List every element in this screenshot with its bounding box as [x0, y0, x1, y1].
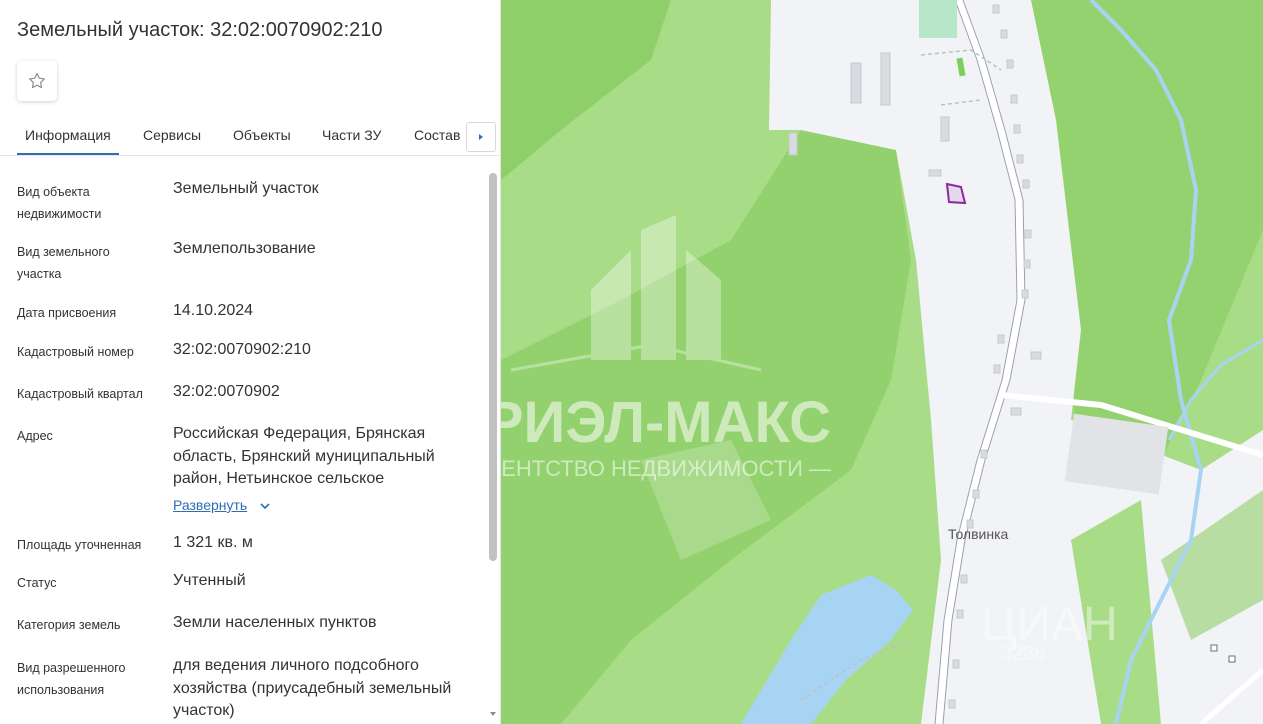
- star-outline-icon: [29, 72, 45, 89]
- info-label: Дата присвоения: [17, 306, 117, 320]
- tab-objects[interactable]: Объекты: [225, 115, 299, 155]
- map-view[interactable]: РИЭЛ-МАКС — АГЕНТСТВО НЕДВИЖИМОСТИ — ЦИА…: [501, 0, 1263, 724]
- tab-bar: Информация Сервисы Объекты Части ЗУ Сост…: [0, 115, 500, 156]
- info-label: Категория земель: [17, 618, 121, 632]
- info-list: Вид объекта недвижимости Земельный участ…: [0, 157, 486, 724]
- info-label: Вид объекта недвижимости: [17, 185, 102, 221]
- info-label: Площадь уточненная: [17, 538, 142, 552]
- info-panel: Земельный участок: 32:02:0070902:210 Инф…: [0, 0, 501, 724]
- watermark-right-sub: 3286: [1001, 643, 1046, 665]
- address-expand-link[interactable]: Развернуть: [173, 497, 247, 513]
- info-value: Земли населенных пунктов: [173, 614, 377, 631]
- info-label: Вид земельного участка: [17, 245, 110, 281]
- place-label: Толвинка: [948, 526, 1009, 542]
- info-value: для ведения личного подсобного хозяйства…: [173, 657, 452, 719]
- info-value: 1 321 кв. м: [173, 534, 253, 551]
- page-title: Земельный участок: 32:02:0070902:210: [17, 19, 383, 41]
- chevron-right-icon: [479, 134, 483, 140]
- building-large: [1064, 413, 1169, 495]
- info-value: 32:02:0070902: [173, 383, 280, 400]
- info-label: Кадастровый квартал: [17, 387, 143, 401]
- tab-info[interactable]: Информация: [17, 115, 119, 155]
- info-value: 32:02:0070902:210: [173, 341, 311, 358]
- scrollbar[interactable]: [486, 157, 500, 724]
- watermark-main: РИЭЛ-МАКС: [501, 390, 831, 455]
- info-label: Вид разрешенного использования: [17, 661, 126, 697]
- info-value: Российская Федерация, Брянская область, …: [173, 425, 435, 487]
- scrollbar-thumb[interactable]: [489, 173, 497, 561]
- tab-services[interactable]: Сервисы: [135, 115, 209, 155]
- tabs-next-button[interactable]: [466, 122, 496, 152]
- tab-parts[interactable]: Части ЗУ: [314, 115, 389, 155]
- chevron-down-icon[interactable]: [258, 499, 272, 513]
- info-label: Статус: [17, 576, 57, 590]
- favorite-button[interactable]: [17, 61, 57, 101]
- watermark-sub: — АГЕНТСТВО НЕДВИЖИМОСТИ —: [501, 456, 831, 481]
- info-label: Адрес: [17, 429, 53, 443]
- scroll-down-icon[interactable]: [489, 710, 497, 718]
- info-value: Землепользование: [173, 240, 316, 257]
- tab-composition[interactable]: Состав: [406, 115, 468, 155]
- info-value: 14.10.2024: [173, 302, 254, 319]
- info-value: Земельный участок: [173, 180, 319, 197]
- info-value: Учтенный: [173, 572, 246, 589]
- map-canvas[interactable]: РИЭЛ-МАКС — АГЕНТСТВО НЕДВИЖИМОСТИ — ЦИА…: [501, 0, 1263, 724]
- info-label: Кадастровый номер: [17, 345, 134, 359]
